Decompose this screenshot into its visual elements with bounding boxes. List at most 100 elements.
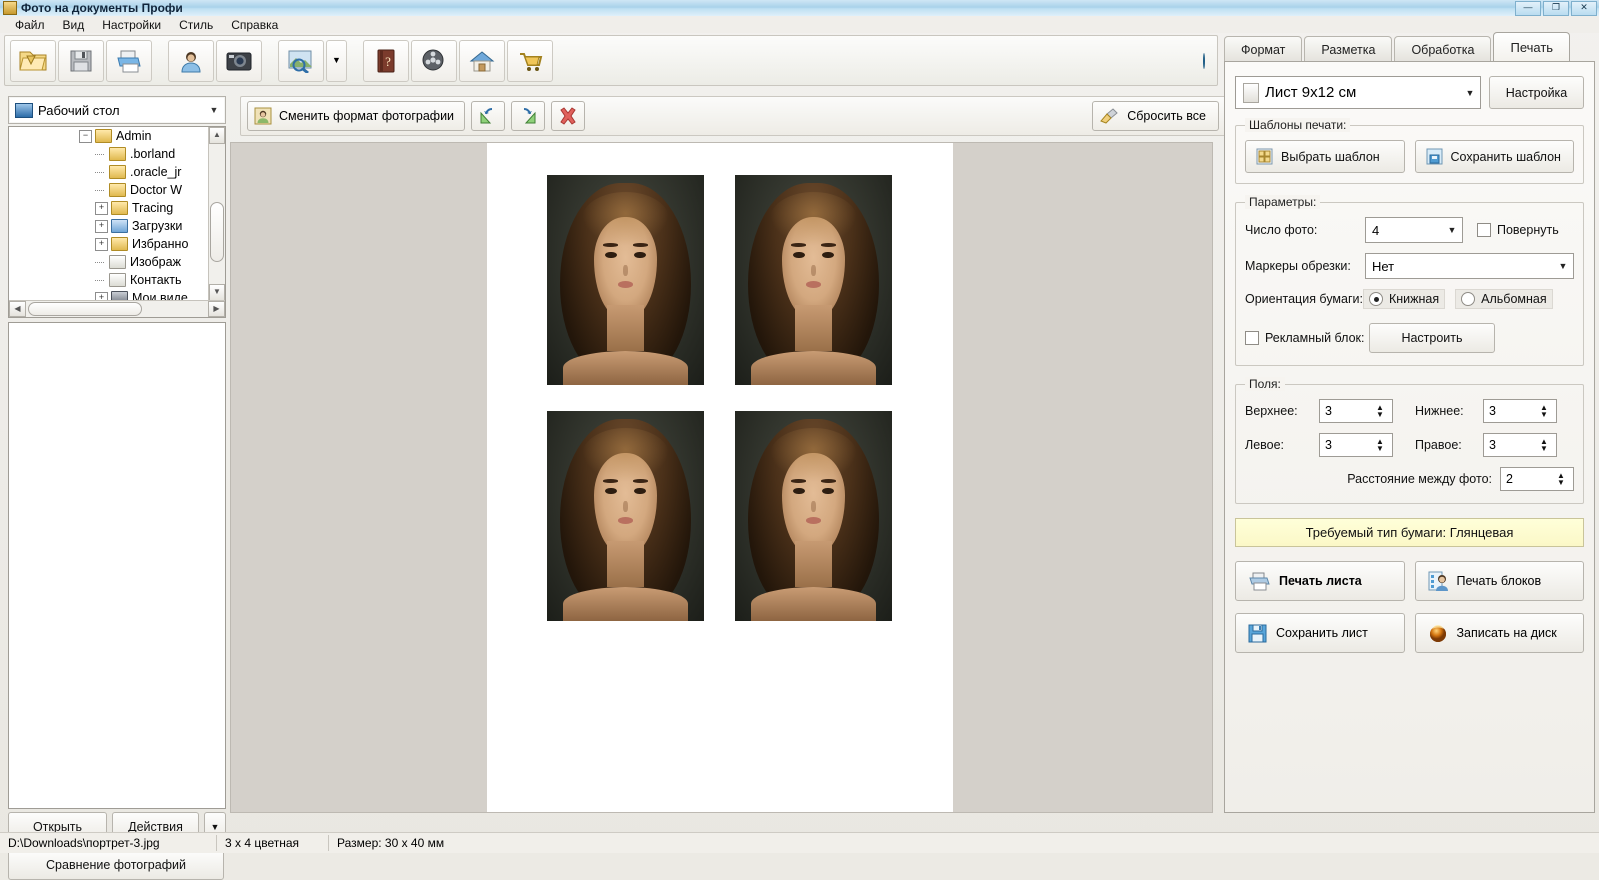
tree-vertical-scrollbar[interactable]: ▲ ▼ xyxy=(208,127,225,301)
margin-right-spinner[interactable]: 3 ▲ ▼ xyxy=(1483,433,1557,457)
toolbar-help-button[interactable]: ? xyxy=(363,39,409,82)
toolbar-preview-dropdown[interactable]: ▼ xyxy=(326,39,347,82)
chevron-down-icon[interactable]: ▼ xyxy=(1442,225,1462,235)
spinner-arrows-icon[interactable]: ▲ ▼ xyxy=(1372,438,1388,453)
tree-expand-icon[interactable]: + xyxy=(95,237,108,251)
toolbar-globe[interactable] xyxy=(1203,52,1205,69)
spinner-arrows-icon[interactable]: ▲ ▼ xyxy=(1553,472,1569,487)
tab-layout[interactable]: Разметка xyxy=(1304,36,1393,62)
delete-photo-button[interactable] xyxy=(551,101,586,131)
photo-thumbnail[interactable] xyxy=(547,411,704,621)
toolbar-cart-button[interactable] xyxy=(507,39,553,82)
tab-format[interactable]: Формат xyxy=(1224,36,1303,62)
photo-nose xyxy=(623,501,628,512)
tree-item[interactable]: − Admin xyxy=(9,127,209,145)
margin-left-spinner[interactable]: 3 ▲ ▼ xyxy=(1319,433,1393,457)
camera-icon xyxy=(225,49,253,73)
templates-group: Шаблоны печати: Выбрать шаблон Сохранить… xyxy=(1235,118,1584,184)
spinner-arrows-icon[interactable]: ▲ ▼ xyxy=(1536,438,1552,453)
thumbnail-preview-pane[interactable] xyxy=(8,322,226,809)
spinner-arrows-icon[interactable]: ▲ ▼ xyxy=(1372,404,1388,419)
sheet-size-select[interactable]: Лист 9х12 см ▼ xyxy=(1235,76,1481,109)
tree-item[interactable]: Doctor W xyxy=(9,181,209,199)
folder-open-icon xyxy=(18,48,48,74)
tab-processing[interactable]: Обработка xyxy=(1394,36,1492,62)
tree-horizontal-scrollbar[interactable]: ◀ ▶ xyxy=(9,300,225,317)
folder-tree[interactable]: − Admin .borland .oracle_jr Doctor W + Tracing… xyxy=(8,126,226,318)
photo-thumbnail[interactable] xyxy=(547,175,704,385)
tree-item[interactable]: + Избранно xyxy=(9,235,209,253)
scroll-thumb[interactable] xyxy=(210,202,224,262)
tree-item[interactable]: + Tracing xyxy=(9,199,209,217)
tree-item[interactable]: Изображ xyxy=(9,253,209,271)
photo-count-select[interactable]: 4 ▼ xyxy=(1365,217,1463,243)
rotate-left-icon xyxy=(478,106,498,126)
margin-top-spinner[interactable]: 3 ▲ ▼ xyxy=(1319,399,1393,423)
orientation-landscape-radio[interactable] xyxy=(1461,292,1476,306)
spinner-arrows-icon[interactable]: ▲ ▼ xyxy=(1536,404,1552,419)
compare-photos-button[interactable]: Сравнение фотографий xyxy=(8,850,224,880)
tree-item[interactable]: + Загрузки xyxy=(9,217,209,235)
chevron-down-icon: ▼ xyxy=(332,55,341,65)
location-combo[interactable]: Рабочий стол ▼ xyxy=(8,96,226,124)
minimize-button[interactable]: — xyxy=(1515,1,1541,16)
print-blocks-button[interactable]: Печать блоков xyxy=(1414,561,1584,601)
ad-block-configure-button[interactable]: Настроить xyxy=(1369,323,1495,353)
printer-settings-button[interactable]: Настройка xyxy=(1489,76,1584,109)
orientation-portrait-radio[interactable] xyxy=(1369,292,1383,306)
tree-item[interactable]: .borland xyxy=(9,145,209,163)
menu-help[interactable]: Справка xyxy=(222,17,287,33)
toolbar-camera-button[interactable] xyxy=(216,39,262,82)
tree-item[interactable]: .oracle_jr xyxy=(9,163,209,181)
print-sheet[interactable] xyxy=(487,143,953,812)
toolbar-preview-button[interactable] xyxy=(278,39,324,82)
toolbar-open-folder-button[interactable] xyxy=(10,39,56,82)
tree-expand-icon[interactable]: + xyxy=(95,201,108,215)
photo-gap-label: Расстояние между фото: xyxy=(1347,472,1492,486)
rotate-checkbox[interactable] xyxy=(1477,223,1491,237)
rotate-left-button[interactable] xyxy=(471,101,506,131)
photo-thumbnail[interactable] xyxy=(735,411,892,621)
save-sheet-button[interactable]: Сохранить лист xyxy=(1235,613,1405,653)
toolbar-video-button[interactable] xyxy=(411,39,457,82)
print-sheet-button[interactable]: Печать листа xyxy=(1235,561,1405,601)
scroll-down-arrow[interactable]: ▼ xyxy=(209,284,225,301)
scroll-right-arrow[interactable]: ▶ xyxy=(208,301,225,317)
close-button[interactable]: ✕ xyxy=(1571,1,1597,16)
menu-style[interactable]: Стиль xyxy=(170,17,222,33)
tab-print[interactable]: Печать xyxy=(1493,32,1571,62)
scroll-left-arrow[interactable]: ◀ xyxy=(9,301,26,317)
save-template-button[interactable]: Сохранить шаблон xyxy=(1414,140,1574,173)
ad-block-checkbox[interactable] xyxy=(1245,331,1259,345)
tree-collapse-icon[interactable]: − xyxy=(79,129,92,143)
toolbar-print-button[interactable] xyxy=(106,39,152,82)
hscroll-track[interactable] xyxy=(144,301,208,317)
chevron-down-icon[interactable]: ▼ xyxy=(1460,88,1480,98)
reset-all-button[interactable]: Сбросить все xyxy=(1092,101,1219,131)
restore-button[interactable]: ❐ xyxy=(1543,1,1569,16)
tree-expand-icon[interactable]: + xyxy=(95,219,108,233)
change-photo-format-button[interactable]: Сменить формат фотографии xyxy=(247,101,466,131)
rotate-right-button[interactable] xyxy=(511,101,546,131)
toolbar-save-button[interactable] xyxy=(58,39,104,82)
save-template-label: Сохранить шаблон xyxy=(1450,149,1561,164)
menu-file[interactable]: Файл xyxy=(6,17,54,33)
hscroll-thumb[interactable] xyxy=(28,302,142,316)
menu-view[interactable]: Вид xyxy=(54,17,94,33)
toolbar-home-button[interactable] xyxy=(459,39,505,82)
photo-gap-spinner[interactable]: 2 ▲ ▼ xyxy=(1500,467,1574,491)
scroll-up-arrow[interactable]: ▲ xyxy=(209,127,225,144)
margin-bottom-spinner[interactable]: 3 ▲ ▼ xyxy=(1483,399,1557,423)
menu-settings[interactable]: Настройки xyxy=(93,17,170,33)
chevron-down-icon[interactable]: ▼ xyxy=(1553,261,1573,271)
chevron-down-icon[interactable]: ▼ xyxy=(205,105,223,115)
photo-thumbnail[interactable] xyxy=(735,175,892,385)
toolbar-person-button[interactable] xyxy=(168,39,214,82)
photo-eyebrow-left xyxy=(790,243,807,247)
tree-item[interactable]: Контакть xyxy=(9,271,209,289)
choose-template-button[interactable]: Выбрать шаблон xyxy=(1245,140,1405,173)
floppy-disk-icon xyxy=(68,48,94,74)
crop-markers-select[interactable]: Нет ▼ xyxy=(1365,253,1574,279)
burn-to-disc-button[interactable]: Записать на диск xyxy=(1414,613,1584,653)
print-canvas[interactable] xyxy=(230,142,1213,813)
